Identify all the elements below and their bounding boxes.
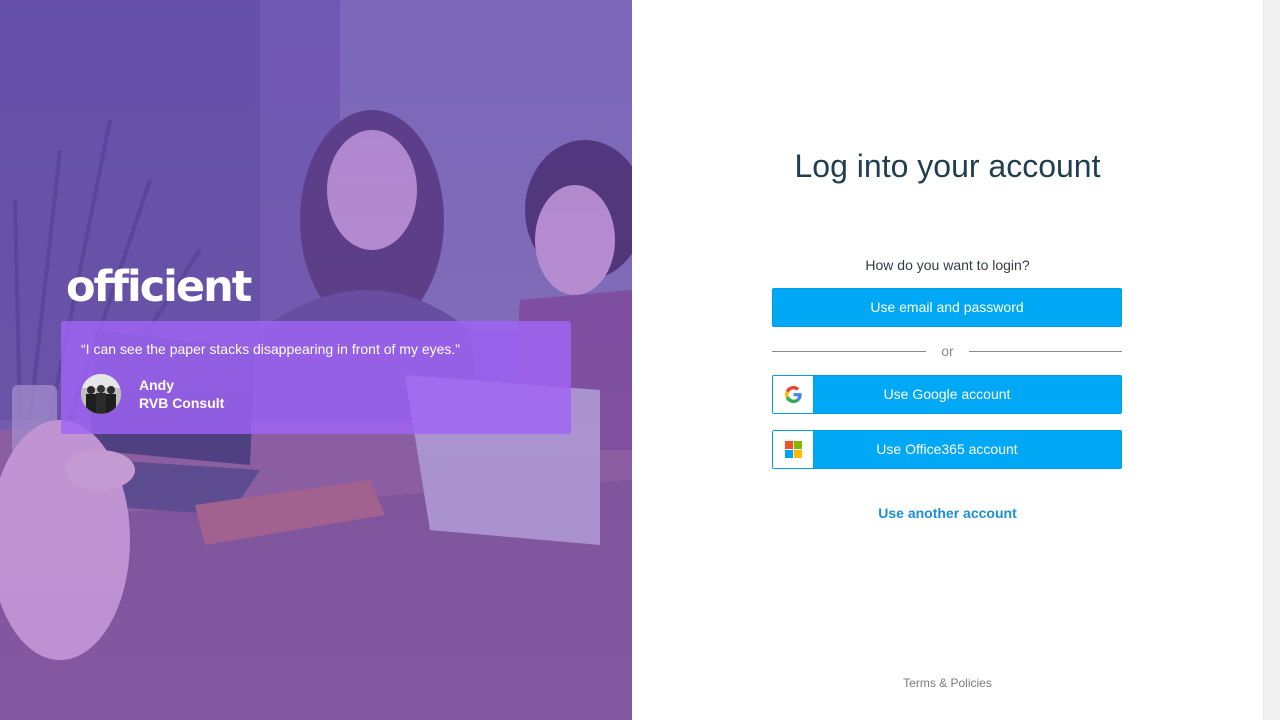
microsoft-logo-icon [785, 441, 802, 458]
office365-button-label: Use Office365 account [876, 441, 1018, 457]
vertical-scrollbar[interactable] [1263, 0, 1280, 720]
use-another-account-link[interactable]: Use another account [632, 505, 1263, 521]
testimonial-card: “I can see the paper stacks disappearing… [61, 321, 571, 434]
email-password-login-button[interactable]: Use email and password [772, 288, 1122, 327]
page-title: Log into your account [794, 148, 1101, 184]
hero-panel: officient “I can see the paper stacks di… [0, 0, 632, 720]
google-login-button[interactable]: Use Google account [772, 375, 1122, 414]
login-page: officient “I can see the paper stacks di… [0, 0, 1280, 720]
login-method-question: How do you want to login? [865, 257, 1030, 273]
office365-login-button[interactable]: Use Office365 account [772, 430, 1122, 469]
avatar-photo-icon [81, 374, 121, 414]
divider-or-text: or [941, 343, 954, 359]
divider-line-right [969, 351, 1122, 352]
email-password-button-label: Use email and password [870, 299, 1024, 315]
google-g-icon [785, 386, 802, 403]
officient-logo: officient [66, 262, 252, 312]
testimonial-quote: “I can see the paper stacks disappearing… [81, 341, 460, 357]
testimonial-author-company: RVB Consult [139, 395, 225, 411]
office365-icon-box [773, 431, 814, 468]
avatar [81, 374, 121, 414]
google-icon-box [773, 376, 814, 413]
terms-policies-link[interactable]: Terms & Policies [632, 676, 1263, 690]
login-panel: Log into your account How do you want to… [632, 0, 1263, 720]
google-button-label: Use Google account [883, 386, 1011, 402]
testimonial-author-name: Andy [139, 377, 174, 393]
divider-line-left [772, 351, 926, 352]
